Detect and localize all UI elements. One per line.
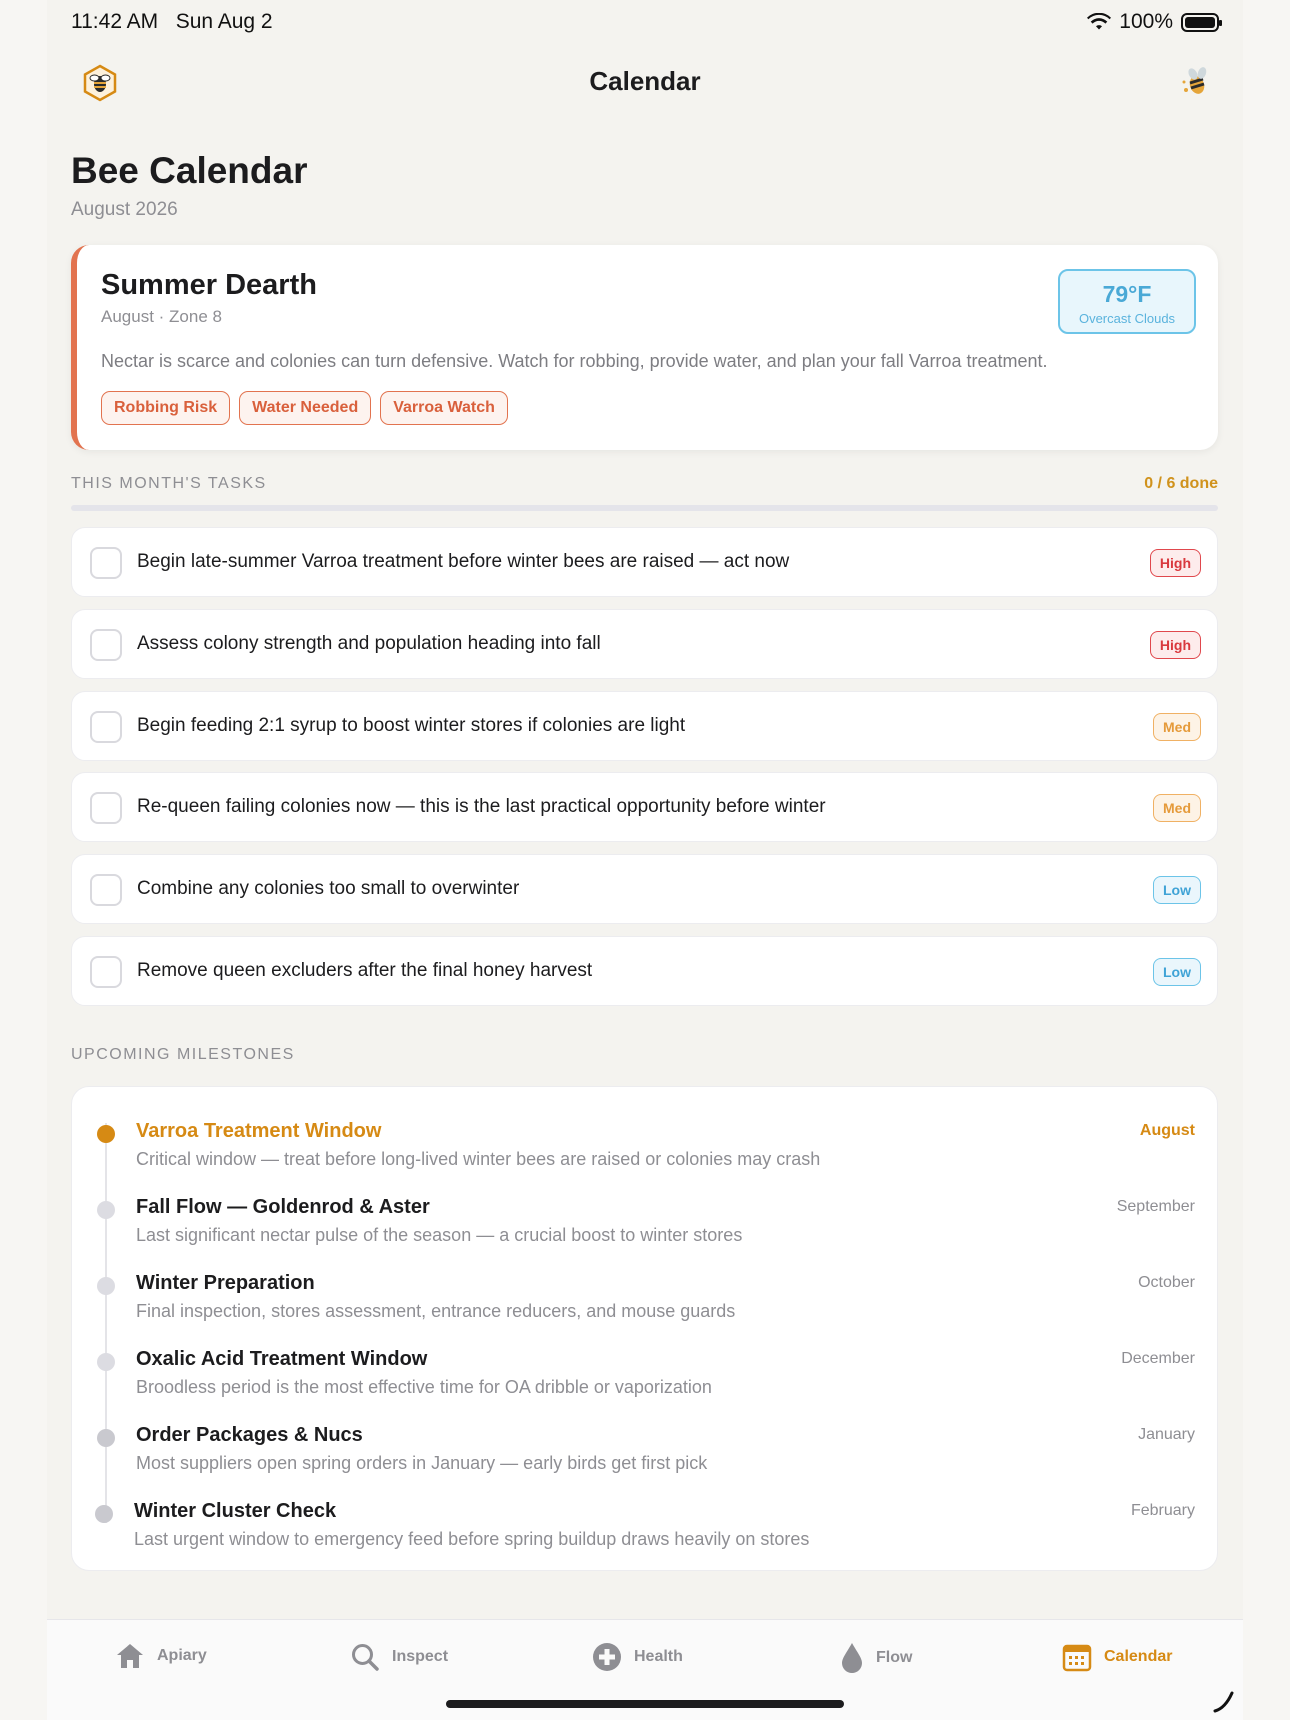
milestone-item[interactable]: Winter Preparation Final inspection, sto… xyxy=(72,1272,1219,1352)
nav-title: Calendar xyxy=(589,66,701,96)
plus-circle-icon xyxy=(593,1643,621,1671)
weather-temp: 79°F xyxy=(1102,281,1152,307)
page-title: Bee Calendar xyxy=(71,150,308,191)
home-indicator xyxy=(446,1700,844,1708)
tab-health[interactable]: Health xyxy=(592,1642,683,1672)
tasks-section-label: THIS MONTH'S TASKS xyxy=(71,475,267,492)
house-icon xyxy=(117,1644,143,1668)
tab-inspect[interactable]: Inspect xyxy=(350,1642,448,1672)
milestone-description: Broodless period is the most effective t… xyxy=(136,1377,712,1397)
task-text: Combine any colonies too small to overwi… xyxy=(137,878,520,899)
milestone-item[interactable]: Winter Cluster Check Last urgent window … xyxy=(72,1500,1219,1580)
milestone-description: Critical window — treat before long-live… xyxy=(136,1149,821,1169)
milestone-month: October xyxy=(1138,1274,1195,1291)
milestone-description: Final inspection, stores assessment, ent… xyxy=(136,1301,736,1321)
tab-label: Health xyxy=(634,1648,683,1665)
task-row[interactable]: Remove queen excluders after the final h… xyxy=(71,936,1218,1006)
tab-calendar[interactable]: Calendar xyxy=(1062,1642,1172,1672)
priority-badge: High xyxy=(1149,631,1201,659)
milestone-title: Fall Flow — Goldenrod & Aster xyxy=(136,1196,430,1218)
tab-label: Apiary xyxy=(157,1647,207,1664)
season-card: Summer Dearth August · Zone 8 79°F Overc… xyxy=(71,245,1218,450)
status-right: 100% xyxy=(1087,10,1222,34)
milestone-title: Varroa Treatment Window xyxy=(136,1120,382,1142)
milestone-title: Winter Cluster Check xyxy=(134,1500,337,1522)
season-name: Summer Dearth xyxy=(101,269,317,301)
milestone-title: Winter Preparation xyxy=(136,1272,315,1294)
task-row[interactable]: Assess colony strength and population he… xyxy=(71,609,1218,679)
status-time: 11:42 AM Sun Aug 2 xyxy=(71,10,273,33)
weather-condition: Overcast Clouds xyxy=(1078,311,1176,326)
task-row[interactable]: Re-queen failing colonies now — this is … xyxy=(71,772,1218,842)
task-checkbox[interactable] xyxy=(90,792,122,824)
magnifier-icon xyxy=(352,1644,379,1671)
task-checkbox[interactable] xyxy=(90,956,122,988)
weather-badge: 79°F Overcast Clouds xyxy=(1058,269,1196,334)
priority-badge: Low xyxy=(1153,876,1201,904)
priority-badge: Med xyxy=(1153,713,1201,741)
milestone-title: Order Packages & Nucs xyxy=(136,1424,363,1446)
milestone-description: Most suppliers open spring orders in Jan… xyxy=(136,1453,708,1473)
timeline-dot xyxy=(97,1353,115,1371)
milestones-card: Varroa Treatment Window Critical window … xyxy=(71,1086,1218,1571)
milestone-month: August xyxy=(1139,1122,1195,1139)
timeline-dot xyxy=(97,1201,115,1219)
task-text: Re-queen failing colonies now — this is … xyxy=(137,796,826,817)
milestone-month: January xyxy=(1138,1426,1195,1443)
task-row[interactable]: Begin feeding 2:1 syrup to boost winter … xyxy=(71,691,1218,761)
tasks-progress-bar xyxy=(71,505,1218,511)
tasks-done-count: 0 / 6 done xyxy=(1144,475,1218,492)
calendar-icon xyxy=(1062,1644,1092,1672)
milestone-description: Last significant nectar pulse of the sea… xyxy=(136,1225,743,1245)
timeline-dot xyxy=(97,1277,115,1295)
milestone-month: December xyxy=(1121,1350,1195,1367)
milestone-month: September xyxy=(1116,1198,1195,1215)
priority-badge: Low xyxy=(1153,958,1201,986)
milestone-item[interactable]: Fall Flow — Goldenrod & Aster Last signi… xyxy=(72,1196,1219,1276)
wifi-icon xyxy=(1087,13,1112,30)
tag-water-needed: Water Needed xyxy=(239,391,372,425)
tag-robbing-risk: Robbing Risk xyxy=(101,391,231,425)
season-meta: August · Zone 8 xyxy=(101,307,222,326)
task-row[interactable]: Begin late-summer Varroa treatment befor… xyxy=(71,527,1218,597)
bee-icon[interactable] xyxy=(1176,62,1216,102)
tag-varroa-watch: Varroa Watch xyxy=(380,391,508,425)
tab-apiary[interactable]: Apiary xyxy=(115,1642,207,1670)
milestone-item[interactable]: Varroa Treatment Window Critical window … xyxy=(72,1120,1219,1200)
battery-icon xyxy=(1181,12,1222,32)
task-text: Remove queen excluders after the final h… xyxy=(137,960,593,981)
task-text: Begin late-summer Varroa treatment befor… xyxy=(137,551,790,572)
milestone-description: Last urgent window to emergency feed bef… xyxy=(134,1529,810,1549)
season-description: Nectar is scarce and colonies can turn d… xyxy=(101,351,1048,371)
task-checkbox[interactable] xyxy=(90,711,122,743)
season-tags: Robbing Risk Water Needed Varroa Watch xyxy=(101,391,508,425)
milestone-item[interactable]: Oxalic Acid Treatment Window Broodless p… xyxy=(72,1348,1219,1428)
task-checkbox[interactable] xyxy=(90,874,122,906)
task-row[interactable]: Combine any colonies too small to overwi… xyxy=(71,854,1218,924)
priority-badge: High xyxy=(1149,549,1201,577)
task-checkbox[interactable] xyxy=(90,629,122,661)
milestone-month: February xyxy=(1130,1502,1195,1519)
timeline-dot xyxy=(97,1125,115,1143)
task-text: Assess colony strength and population he… xyxy=(137,633,601,654)
pencil-corner-icon xyxy=(1213,1691,1234,1713)
task-checkbox[interactable] xyxy=(90,547,122,579)
battery-percent: 100% xyxy=(1119,10,1173,33)
priority-badge: Med xyxy=(1153,794,1201,822)
tab-label: Flow xyxy=(876,1649,913,1666)
tab-label: Calendar xyxy=(1104,1648,1173,1665)
timeline-dot xyxy=(97,1429,115,1447)
tab-label: Inspect xyxy=(392,1648,449,1665)
milestone-item[interactable]: Order Packages & Nucs Most suppliers ope… xyxy=(72,1424,1219,1504)
drop-icon xyxy=(842,1643,862,1673)
milestones-section-label: UPCOMING MILESTONES xyxy=(71,1046,295,1063)
task-text: Begin feeding 2:1 syrup to boost winter … xyxy=(137,715,686,736)
page-subtitle: August 2026 xyxy=(71,199,178,220)
timeline-dot xyxy=(95,1505,113,1523)
tab-flow[interactable]: Flow xyxy=(840,1642,912,1674)
milestone-title: Oxalic Acid Treatment Window xyxy=(136,1348,428,1370)
